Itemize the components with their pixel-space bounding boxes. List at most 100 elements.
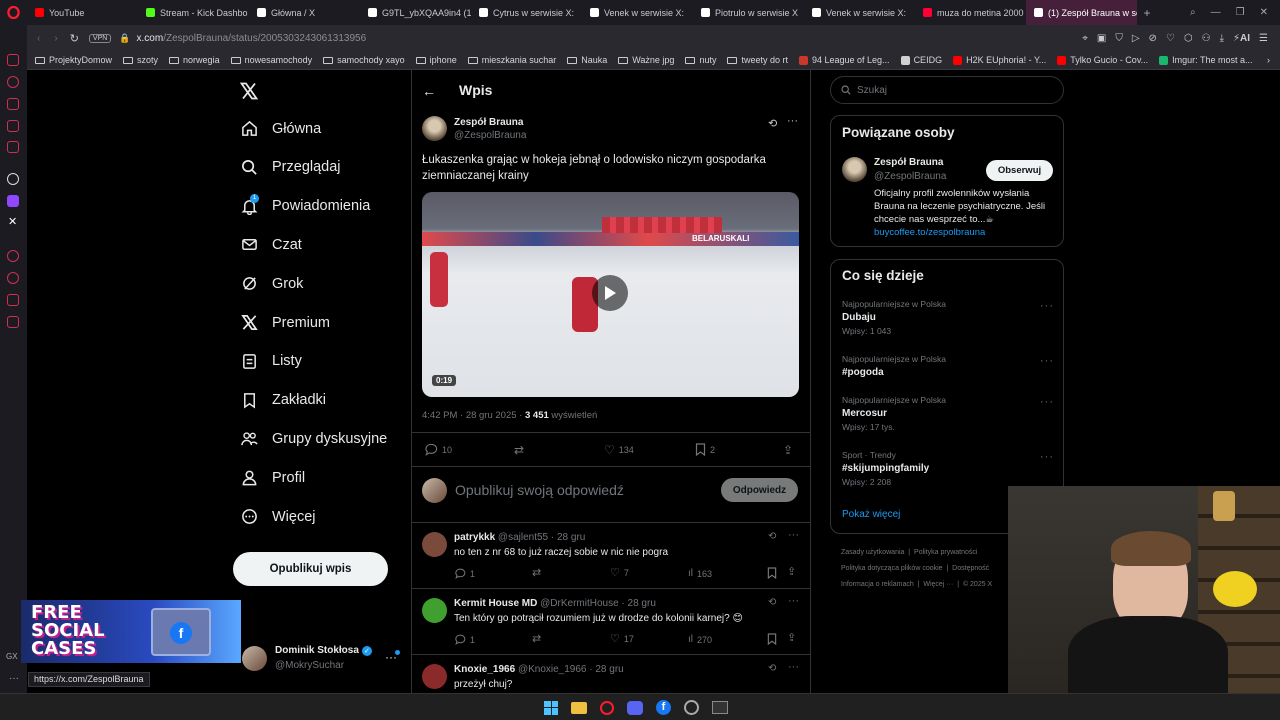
post-time[interactable]: 4:42 PM · 28 gru 2025 · bbox=[422, 410, 525, 421]
post-avatar[interactable] bbox=[422, 116, 447, 141]
browser-tab[interactable]: muza do metina 2000 bbox=[915, 0, 1026, 25]
reply-action[interactable]: 1 bbox=[455, 634, 475, 645]
heart-icon[interactable]: ♡ bbox=[1166, 33, 1175, 44]
sidebar-item-profil[interactable]: Profil bbox=[241, 469, 305, 486]
sidebar-item-czat[interactable]: Czat bbox=[241, 236, 302, 253]
bookmark-item[interactable]: 94 League of Leg... bbox=[798, 55, 890, 65]
bookmark-item[interactable]: Nauka bbox=[567, 55, 607, 65]
post-video[interactable]: BELARUSKALI 0:19 bbox=[422, 192, 799, 397]
footer-link[interactable]: Więcej ··· bbox=[923, 581, 953, 588]
sidebar-item-główna[interactable]: Główna bbox=[241, 120, 321, 137]
bookmark-item[interactable]: CEIDG bbox=[900, 55, 942, 65]
like-action[interactable]: ♡ 7 bbox=[610, 566, 629, 579]
maximize-icon[interactable]: ❐ bbox=[1236, 7, 1245, 18]
trend-menu-icon[interactable]: ··· bbox=[1040, 355, 1054, 367]
opera-taskbar-icon[interactable] bbox=[600, 700, 614, 715]
grok-post-icon[interactable]: ⟲ bbox=[768, 531, 776, 542]
search-bar[interactable]: Szukaj bbox=[830, 76, 1064, 104]
sidebar-item-zakładki[interactable]: Zakładki bbox=[241, 392, 326, 409]
reply-avatar[interactable] bbox=[422, 598, 447, 623]
browser-tab[interactable]: YouTube bbox=[27, 0, 138, 25]
browser-tab[interactable]: G9TL_ybXQAA9in4 (1 bbox=[360, 0, 471, 25]
extensions-icon[interactable]: ⬡ bbox=[1184, 33, 1193, 44]
tracker-icon[interactable]: ⊘ bbox=[1149, 33, 1157, 44]
browser-tab[interactable]: (1) Zespół Brauna w serwisie✕ bbox=[1026, 0, 1137, 25]
sidebar-item-listy[interactable]: Listy bbox=[241, 353, 302, 370]
bookmark-item[interactable]: ProjektyDomow bbox=[35, 55, 112, 65]
reply-author[interactable]: Knoxie_1966 bbox=[454, 664, 515, 675]
footer-link[interactable]: Dostępność bbox=[952, 565, 989, 572]
share-icon[interactable]: ⇪ bbox=[787, 565, 796, 578]
related-name[interactable]: Zespół Brauna bbox=[874, 157, 943, 168]
x-side-icon[interactable]: ✕ bbox=[8, 215, 17, 228]
reply-action[interactable]: 1 bbox=[455, 568, 475, 579]
extensions-side-icon[interactable] bbox=[7, 294, 19, 306]
bookmark-icon[interactable] bbox=[767, 567, 777, 579]
chatgpt-icon[interactable] bbox=[7, 173, 19, 185]
browser-tab[interactable]: Cytrus w serwisie X: bbox=[471, 0, 582, 25]
sidebar-item-więcej[interactable]: Więcej bbox=[241, 508, 316, 525]
grok-post-icon[interactable]: ⟲ bbox=[768, 663, 776, 674]
gear-side-icon[interactable] bbox=[7, 316, 19, 328]
gx-icon[interactable]: GX bbox=[6, 652, 18, 661]
reply-author[interactable]: patrykkk bbox=[454, 532, 495, 543]
sidebar-item-grupy-dyskusyjne[interactable]: Grupy dyskusyjne bbox=[241, 430, 387, 447]
repost-action[interactable]: ⇄ bbox=[532, 632, 541, 645]
bookmark-item[interactable]: Imgur: The most a... bbox=[1159, 55, 1253, 65]
reply-menu-icon[interactable]: ··· bbox=[788, 661, 799, 673]
like-action[interactable]: ♡ 134 bbox=[604, 443, 634, 457]
sidebar-item-powiadomienia[interactable]: 1 Powiadomienia bbox=[241, 193, 370, 215]
footer-link[interactable]: Polityka prywatności bbox=[914, 549, 977, 556]
browser-tab[interactable]: Piotrulo w serwisie X bbox=[693, 0, 804, 25]
reply-action[interactable]: 10 bbox=[425, 443, 452, 456]
side-more-icon[interactable]: ··· bbox=[9, 673, 19, 684]
reply-post[interactable]: Kermit House MD @DrKermitHouse · 28 gru … bbox=[412, 588, 810, 654]
back-icon[interactable]: ‹ bbox=[37, 33, 40, 44]
bookmarks-overflow-icon[interactable]: › bbox=[1267, 55, 1270, 65]
obs-icon[interactable] bbox=[684, 700, 699, 715]
post-button[interactable]: Opublikuj wpis bbox=[233, 552, 388, 586]
ai-button[interactable]: ⚡AI bbox=[1233, 33, 1250, 44]
sidebar-item-przeglądaj[interactable]: Przeglądaj bbox=[241, 159, 341, 176]
clock-icon[interactable] bbox=[7, 272, 19, 284]
views-action[interactable]: ıl 163 bbox=[688, 568, 712, 579]
mail-side-icon[interactable] bbox=[7, 141, 19, 153]
like-action[interactable]: ♡ 17 bbox=[610, 632, 634, 645]
reply-author[interactable]: Kermit House MD bbox=[454, 598, 537, 609]
trend-item[interactable]: Sport · Trendy #skijumpingfamily Wpisy: … bbox=[842, 450, 929, 487]
lock-icon[interactable]: 🔒 bbox=[119, 33, 130, 44]
related-avatar[interactable] bbox=[842, 157, 867, 182]
close-window-icon[interactable]: ✕ bbox=[1260, 7, 1268, 18]
trend-item[interactable]: Najpopularniejsze w Polska #pogoda bbox=[842, 354, 946, 378]
trend-menu-icon[interactable]: ··· bbox=[1040, 300, 1054, 312]
trend-item[interactable]: Najpopularniejsze w Polska Dubaju Wpisy:… bbox=[842, 299, 946, 336]
wallet-icon[interactable] bbox=[7, 98, 19, 110]
bookmark-icon[interactable] bbox=[767, 633, 777, 645]
play-button-icon[interactable] bbox=[592, 275, 628, 311]
footer-link[interactable]: Polityka dotycząca plików cookie bbox=[841, 565, 943, 572]
messenger-icon[interactable] bbox=[7, 54, 19, 66]
search-tabs-icon[interactable]: ⌕ bbox=[1190, 7, 1196, 18]
facebook-icon[interactable]: f bbox=[656, 700, 671, 715]
browser-tab[interactable]: Główna / X bbox=[249, 0, 360, 25]
trend-item[interactable]: Najpopularniejsze w Polska Mercosur Wpis… bbox=[842, 395, 946, 432]
menu-icon[interactable]: ☰ bbox=[1259, 33, 1268, 44]
post-author[interactable]: Zespół Brauna bbox=[454, 117, 523, 128]
snapshot-icon[interactable]: ▣ bbox=[1097, 33, 1106, 44]
file-explorer-icon[interactable] bbox=[571, 701, 587, 714]
bookmark-item[interactable]: szoty bbox=[123, 55, 158, 65]
show-more-link[interactable]: Pokaż więcej bbox=[842, 509, 900, 520]
x-logo-icon[interactable] bbox=[240, 82, 258, 100]
related-link[interactable]: buycoffee.to/zespolbrauna bbox=[874, 227, 985, 238]
bookmark-item[interactable]: iphone bbox=[415, 55, 457, 65]
related-handle[interactable]: @ZespolBrauna bbox=[874, 171, 946, 182]
share-icon[interactable]: ⇪ bbox=[787, 631, 796, 644]
player-icon[interactable]: ▷ bbox=[1132, 33, 1140, 44]
bookmark-item[interactable]: mieszkania suchar bbox=[467, 55, 556, 65]
opera-logo-icon[interactable] bbox=[0, 0, 27, 25]
browser-tab[interactable]: Stream - Kick Dashbo bbox=[138, 0, 249, 25]
instagram-icon[interactable] bbox=[7, 120, 19, 132]
reply-avatar[interactable] bbox=[422, 664, 447, 689]
repost-action[interactable]: ⇄ bbox=[514, 443, 524, 457]
reply-menu-icon[interactable]: ··· bbox=[788, 595, 799, 607]
